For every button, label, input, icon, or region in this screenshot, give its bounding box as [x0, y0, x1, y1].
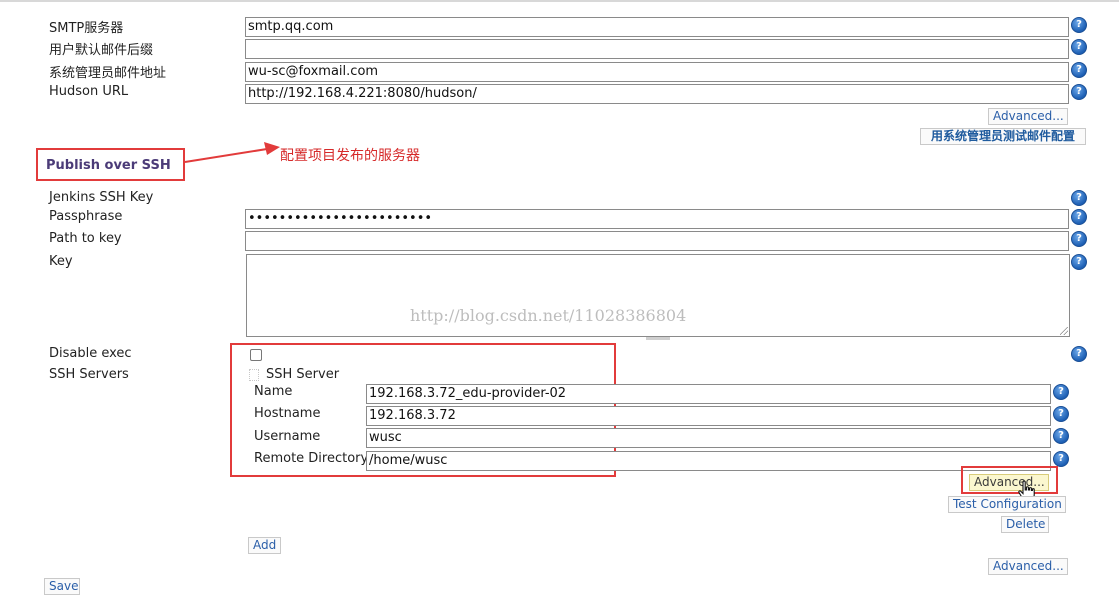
- disable-exec-label: Disable exec: [49, 346, 132, 361]
- smtp-label: SMTP服务器: [49, 21, 124, 36]
- key-label: Key: [49, 254, 73, 269]
- help-icon[interactable]: ?: [1053, 451, 1069, 467]
- test-email-config-button[interactable]: 用系统管理员测试邮件配置: [920, 128, 1086, 145]
- help-icon[interactable]: ?: [1071, 17, 1087, 33]
- username-label: Username: [254, 429, 321, 444]
- default-suffix-label: 用户默认邮件后缀: [49, 43, 154, 58]
- help-icon[interactable]: ?: [1053, 428, 1069, 444]
- drag-handle-icon[interactable]: [249, 369, 259, 381]
- remote-directory-input[interactable]: /home/wusc: [366, 451, 1051, 471]
- save-button[interactable]: Save: [44, 578, 80, 595]
- delete-server-button[interactable]: Delete: [1001, 516, 1049, 533]
- test-configuration-button[interactable]: Test Configuration: [948, 496, 1066, 513]
- server-name-input[interactable]: 192.168.3.72_edu-provider-02: [366, 384, 1051, 404]
- email-advanced-button[interactable]: Advanced...: [988, 108, 1068, 125]
- passphrase-input[interactable]: ••••••••••••••••••••••••: [245, 209, 1069, 229]
- help-icon[interactable]: ?: [1071, 190, 1087, 206]
- top-divider: [0, 0, 1119, 2]
- help-icon[interactable]: ?: [1071, 84, 1087, 100]
- textarea-drag-handle[interactable]: [646, 337, 670, 340]
- hostname-input[interactable]: 192.168.3.72: [366, 406, 1051, 426]
- passphrase-label: Passphrase: [49, 209, 123, 224]
- ssh-server-header: SSH Server: [266, 367, 340, 382]
- admin-email-input[interactable]: wu-sc@foxmail.com: [245, 62, 1069, 82]
- username-input[interactable]: wusc: [366, 428, 1051, 448]
- hostname-label: Hostname: [254, 406, 321, 421]
- jenkins-ssh-key-label: Jenkins SSH Key: [49, 190, 154, 205]
- hudson-url-label: Hudson URL: [49, 84, 129, 99]
- remote-directory-label: Remote Directory: [254, 451, 369, 466]
- textarea-resize-grip[interactable]: [1060, 327, 1068, 335]
- smtp-server-input[interactable]: smtp.qq.com: [245, 17, 1069, 37]
- help-icon[interactable]: ?: [1053, 384, 1069, 400]
- publish-over-ssh-title: Publish over SSH: [46, 158, 171, 173]
- add-server-button[interactable]: Add: [248, 537, 281, 554]
- admin-email-label: 系统管理员邮件地址: [49, 66, 167, 81]
- path-to-key-label: Path to key: [49, 231, 122, 246]
- help-icon[interactable]: ?: [1071, 209, 1087, 225]
- help-icon[interactable]: ?: [1071, 346, 1087, 362]
- help-icon[interactable]: ?: [1071, 39, 1087, 55]
- help-icon[interactable]: ?: [1053, 406, 1069, 422]
- path-to-key-input[interactable]: [245, 231, 1069, 251]
- hudson-url-input[interactable]: http://192.168.4.221:8080/hudson/: [245, 84, 1069, 104]
- help-icon[interactable]: ?: [1071, 254, 1087, 270]
- default-suffix-input[interactable]: [245, 39, 1069, 59]
- help-icon[interactable]: ?: [1071, 231, 1087, 247]
- watermark-text: http://blog.csdn.net/11028386804: [410, 306, 687, 325]
- annotation-text: 配置项目发布的服务器: [280, 148, 420, 164]
- help-icon[interactable]: ?: [1071, 62, 1087, 78]
- ssh-advanced-button[interactable]: Advanced...: [988, 558, 1068, 575]
- server-name-label: Name: [254, 384, 293, 399]
- ssh-servers-label: SSH Servers: [49, 367, 129, 382]
- red-arrow-icon: [184, 142, 280, 163]
